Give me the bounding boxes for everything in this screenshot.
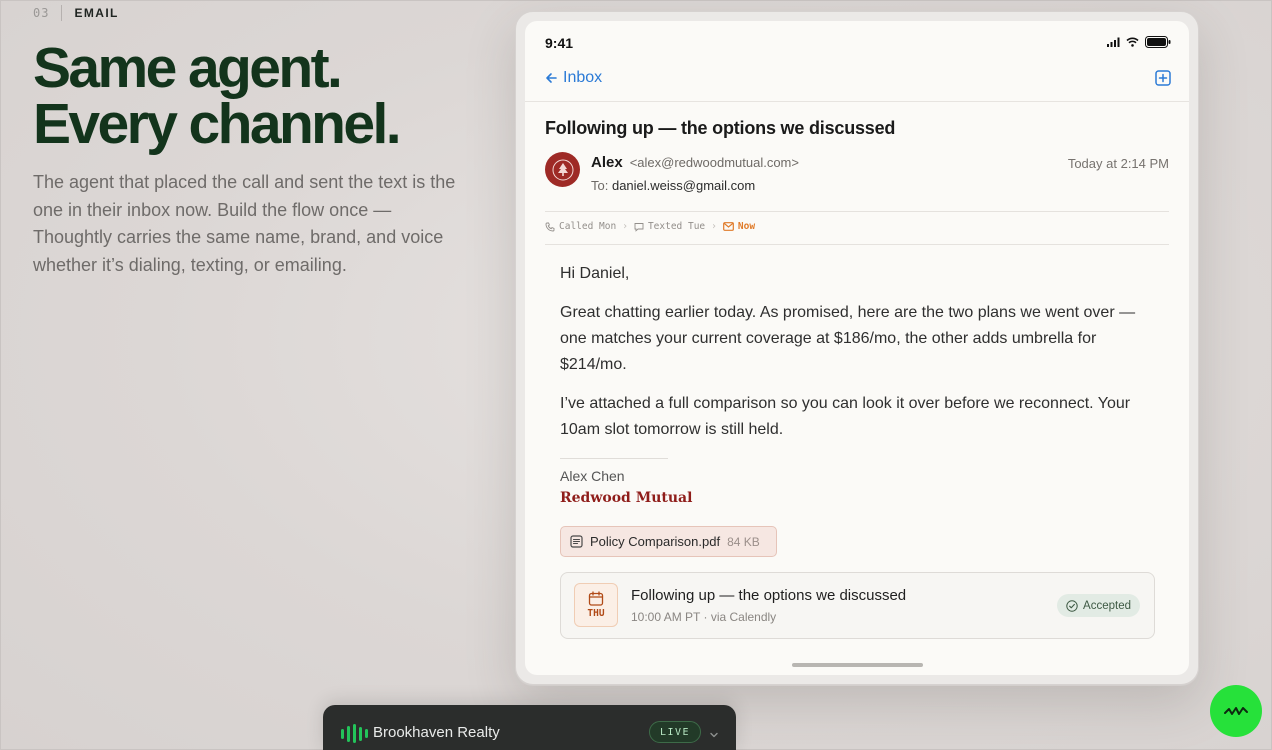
- compose-icon: [1155, 70, 1171, 86]
- section-tag: 03 EMAIL: [33, 5, 119, 21]
- timeline-called-label: Called Mon: [559, 221, 617, 232]
- back-label: Inbox: [563, 69, 603, 86]
- timeline-step-called: Called Mon: [545, 221, 616, 232]
- timeline-divider-bottom: [545, 244, 1169, 245]
- compose-button[interactable]: [1155, 70, 1171, 91]
- call-contact-name: Brookhaven Realty: [373, 724, 500, 741]
- accepted-label: Accepted: [1083, 599, 1131, 612]
- timeline-step-texted: Texted Tue: [634, 221, 705, 232]
- signal-icon: [1107, 37, 1120, 47]
- calendar-icon: [588, 591, 604, 606]
- status-icons: [1107, 36, 1171, 48]
- email-body: Hi Daniel, Great chatting earlier today.…: [560, 261, 1160, 456]
- timeline-texted-label: Texted Tue: [647, 221, 706, 232]
- email-timestamp: Today at 2:14 PM: [1067, 156, 1169, 171]
- invite-title: Following up — the options we discussed: [631, 587, 907, 604]
- mail-nav: Inbox: [545, 69, 1171, 93]
- attachment-chip[interactable]: Policy Comparison.pdf 84 KB: [560, 526, 777, 557]
- sender-name: Alex: [591, 154, 623, 171]
- recipient-email[interactable]: daniel.weiss@gmail.com: [612, 178, 755, 193]
- lede-paragraph: The agent that placed the call and sent …: [33, 172, 456, 275]
- check-circle-icon: [1066, 599, 1078, 612]
- home-indicator[interactable]: [792, 663, 923, 667]
- status-bar: 9:41: [545, 33, 1171, 53]
- document-icon: [570, 535, 583, 548]
- chevron-right-icon: ›: [711, 221, 717, 232]
- signature-company: Redwood Mutual: [560, 490, 693, 506]
- section-number: 03: [33, 6, 50, 20]
- live-badge: LIVE: [649, 721, 702, 743]
- tablet-mockup: 9:41 Inbox Following up — the options we…: [515, 11, 1199, 685]
- back-to-inbox[interactable]: Inbox: [545, 69, 602, 87]
- section-divider: [61, 5, 63, 21]
- email-greeting: Hi Daniel,: [560, 265, 630, 282]
- nav-divider: [525, 101, 1189, 102]
- calendar-day-tile: THU: [574, 583, 618, 627]
- clock: 9:41: [545, 35, 574, 51]
- to-prefix: To:: [591, 178, 609, 193]
- timeline-divider-top: [545, 211, 1169, 212]
- email-paragraph-2: I’ve attached a full comparison so you c…: [560, 395, 1131, 438]
- chevron-right-icon: ›: [622, 221, 628, 232]
- chevron-down-icon: [710, 732, 718, 738]
- sender-email[interactable]: <alex@redwoodmutual.com>: [630, 155, 799, 170]
- signature-divider: [560, 458, 668, 459]
- sender-avatar: [545, 152, 580, 187]
- attachment-name: Policy Comparison.pdf: [590, 534, 721, 549]
- wifi-icon: [1126, 37, 1139, 47]
- attachment-size: 84 KB: [727, 534, 760, 549]
- section-label: EMAIL: [74, 6, 119, 20]
- email-subject: Following up — the options we discussed: [545, 118, 896, 138]
- live-call-bar[interactable]: Brookhaven Realty LIVE: [323, 705, 736, 750]
- message-icon: [634, 222, 644, 232]
- channel-timeline: Called Mon › Texted Tue › Now: [545, 221, 755, 232]
- recipient-row: To: daniel.weiss@gmail.com: [591, 178, 755, 193]
- battery-icon: [1145, 36, 1171, 48]
- email-screen: 9:41 Inbox Following up — the options we…: [525, 21, 1189, 675]
- arrow-left-icon: [546, 73, 557, 83]
- invite-meta: 10:00 AM PT · via Calendly: [631, 610, 777, 624]
- assistant-launcher-button[interactable]: [1210, 685, 1262, 737]
- signature-name: Alex Chen: [560, 468, 625, 484]
- headline-line-1: Same agent.: [33, 36, 343, 100]
- accepted-badge: Accepted: [1057, 594, 1140, 617]
- wave-logo-icon: [1224, 707, 1248, 715]
- waveform-icon: [341, 724, 368, 743]
- calendar-invite-card[interactable]: THU Following up — the options we discus…: [560, 572, 1155, 639]
- sender-row: Alex <alex@redwoodmutual.com>: [591, 154, 799, 171]
- headline-line-2: Every channel.: [33, 92, 402, 156]
- tree-logo-icon: [552, 159, 573, 180]
- timeline-now-label: Now: [737, 221, 756, 232]
- calendar-day: THU: [587, 608, 605, 619]
- mail-icon: [722, 222, 734, 231]
- timeline-step-now: Now: [722, 221, 756, 232]
- headline: Same agent. Every channel.: [33, 36, 402, 156]
- phone-icon: [545, 222, 555, 231]
- email-paragraph-1: Great chatting earlier today. As promise…: [560, 304, 1136, 373]
- expand-callbar-button[interactable]: [709, 726, 719, 744]
